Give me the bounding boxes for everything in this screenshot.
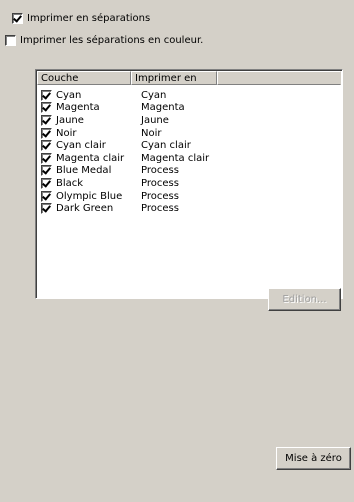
row-checkbox[interactable] <box>41 102 52 114</box>
list-body: Cyan Cyan Magenta Magenta Jaune Jaune Noir Noir… <box>41 89 340 215</box>
print-as-value: Process <box>141 203 179 215</box>
row-checkbox[interactable] <box>41 177 52 189</box>
print-separations-checkbox[interactable] <box>12 13 23 24</box>
print-as-value: Process <box>141 177 179 189</box>
layer-name: Cyan <box>56 89 82 101</box>
layer-name: Blue Medal <box>56 165 112 177</box>
table-row[interactable]: Dark Green Process <box>41 202 340 215</box>
layer-name: Olympic Blue <box>56 190 123 202</box>
edit-button[interactable]: Edition... <box>268 288 341 311</box>
layer-name: Dark Green <box>56 203 114 215</box>
table-row[interactable]: Cyan Cyan <box>41 89 340 102</box>
print-color-separations-option[interactable]: Imprimer les séparations en couleur. <box>5 35 203 46</box>
print-separations-label: Imprimer en séparations <box>27 13 151 24</box>
layer-name: Magenta <box>56 102 100 114</box>
layer-name: Noir <box>56 127 77 139</box>
print-as-value: Cyan clair <box>141 140 191 152</box>
list-header: Couche Imprimer en <box>37 71 341 85</box>
reset-button[interactable]: Mise à zéro <box>276 447 351 470</box>
row-checkbox[interactable] <box>41 127 52 139</box>
table-row[interactable]: Blue Medal Process <box>41 165 340 178</box>
separations-list[interactable]: Couche Imprimer en Cyan Cyan Magenta Magent… <box>35 69 343 299</box>
print-color-separations-label: Imprimer les séparations en couleur. <box>20 35 204 46</box>
print-as-value: Cyan <box>141 89 167 101</box>
layer-name: Magenta clair <box>56 152 125 164</box>
table-row[interactable]: Magenta clair Magenta clair <box>41 152 340 165</box>
print-as-value: Process <box>141 165 179 177</box>
column-header-empty[interactable] <box>217 71 341 85</box>
row-checkbox[interactable] <box>41 203 52 215</box>
print-as-value: Process <box>141 190 179 202</box>
row-checkbox[interactable] <box>41 89 52 101</box>
table-row[interactable]: Magenta Magenta <box>41 102 340 115</box>
print-as-value: Magenta <box>141 102 185 114</box>
print-as-value: Magenta clair <box>141 152 210 164</box>
print-separations-option[interactable]: Imprimer en séparations <box>12 13 150 24</box>
table-row[interactable]: Olympic Blue Process <box>41 190 340 203</box>
column-header-layer[interactable]: Couche <box>37 71 131 85</box>
row-checkbox[interactable] <box>41 152 52 164</box>
column-header-print-as[interactable]: Imprimer en <box>131 71 217 85</box>
layer-name: Cyan clair <box>56 140 106 152</box>
row-checkbox[interactable] <box>41 140 52 152</box>
row-checkbox[interactable] <box>41 190 52 202</box>
print-as-value: Jaune <box>141 114 169 126</box>
table-row[interactable]: Cyan clair Cyan clair <box>41 139 340 152</box>
table-row[interactable]: Black Process <box>41 177 340 190</box>
row-checkbox[interactable] <box>41 165 52 177</box>
layer-name: Jaune <box>56 114 84 126</box>
row-checkbox[interactable] <box>41 114 52 126</box>
table-row[interactable]: Noir Noir <box>41 127 340 140</box>
table-row[interactable]: Jaune Jaune <box>41 114 340 127</box>
print-as-value: Noir <box>141 127 162 139</box>
print-color-separations-checkbox[interactable] <box>5 35 16 46</box>
layer-name: Black <box>56 177 84 189</box>
